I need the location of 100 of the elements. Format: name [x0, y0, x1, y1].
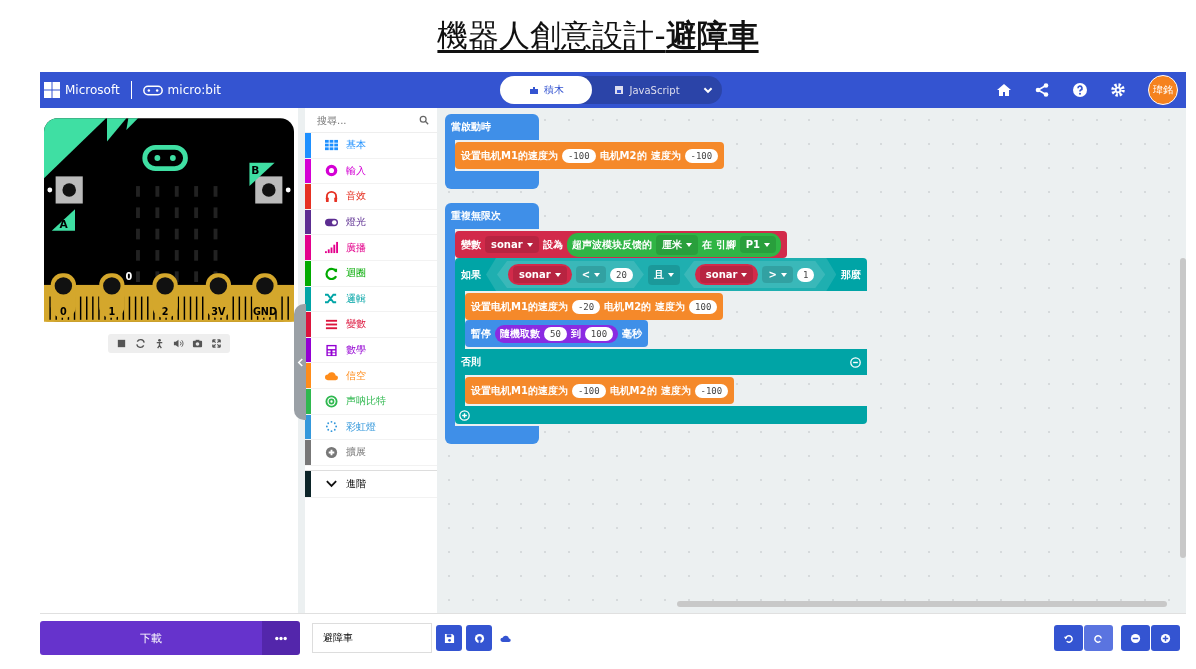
toolbox-category[interactable]: 進階: [305, 469, 437, 498]
dropdown[interactable]: 且: [647, 264, 680, 285]
microbit-board-drawing[interactable]: A B 0 1 2 3V GND 0: [44, 118, 294, 322]
windows-logo-icon: [44, 82, 60, 98]
block-label: 设置电机M1的速度为: [471, 299, 568, 314]
github-button[interactable]: [466, 625, 492, 651]
category-label: 声呐比特: [346, 394, 386, 409]
dropdown[interactable]: 厘米: [655, 234, 698, 255]
reporter-block[interactable]: sonar: [694, 264, 759, 285]
block-label: 那麼: [841, 267, 862, 282]
code-block[interactable]: 暫停 隨機取數 50 到 100 毫秒: [465, 320, 649, 347]
more-button[interactable]: [262, 621, 300, 655]
category-icon: [325, 343, 338, 357]
minus-icon[interactable]: [850, 356, 862, 368]
caret-icon: [763, 242, 770, 247]
condition-block[interactable]: sonar > 1: [683, 261, 826, 288]
save-icon: [443, 632, 455, 644]
block-label: 隨機取數: [500, 326, 540, 341]
toolbox-category[interactable]: 基本: [305, 133, 437, 159]
fullscreen-icon[interactable]: [211, 338, 222, 349]
category-icon: [325, 420, 338, 434]
number-field[interactable]: -100: [694, 383, 729, 398]
pin-label: 1: [108, 305, 116, 317]
block-label: 在: [701, 237, 712, 252]
category-label: 燈光: [346, 215, 366, 230]
zoom-out-button[interactable]: [1121, 625, 1150, 651]
stop-icon[interactable]: [116, 338, 127, 349]
home-icon[interactable]: [996, 82, 1012, 98]
dropdown[interactable]: sonar: [699, 266, 754, 283]
scrollbar[interactable]: [677, 601, 1167, 607]
condition-block[interactable]: sonar < 20: [497, 261, 644, 288]
caret-icon: [780, 272, 787, 277]
pin-label: 3V: [211, 305, 226, 317]
caret-icon: [667, 272, 674, 277]
product-name: micro:bit: [167, 83, 221, 97]
number-field[interactable]: -100: [561, 148, 596, 163]
category-icon: [325, 317, 338, 331]
number-field[interactable]: 50: [544, 326, 567, 341]
project-name-field[interactable]: 避障車: [312, 623, 432, 653]
settings-icon[interactable]: [1110, 82, 1126, 98]
reporter-block[interactable]: 隨機取數 50 到 100: [495, 324, 619, 343]
toolbox-category[interactable]: 燈光: [305, 209, 437, 236]
category-label: 基本: [346, 138, 366, 153]
dropdown[interactable]: sonar: [513, 266, 567, 283]
puzzle-icon: [528, 85, 539, 95]
help-icon[interactable]: [1072, 82, 1088, 98]
dropdown[interactable]: sonar: [485, 236, 539, 253]
condition-block[interactable]: sonar < 20 且 sonar > 1: [486, 258, 837, 291]
editor-tab[interactable]: JavaScript: [592, 76, 702, 104]
block-label: 到: [570, 326, 581, 341]
collapse-handle[interactable]: [294, 304, 306, 420]
number-field[interactable]: 100: [584, 326, 614, 341]
category-icon: [325, 445, 338, 459]
block-label: 否則: [461, 355, 481, 369]
undo-button[interactable]: [1054, 625, 1083, 651]
block-label: 电机M2的: [604, 299, 652, 314]
reporter-block[interactable]: 超声波模块反馈的 厘米 在 引腳 P1: [566, 232, 781, 257]
event-block[interactable]: 當啟動時: [445, 114, 539, 140]
scrollbar[interactable]: [1180, 258, 1186, 558]
number-field[interactable]: -20: [571, 299, 601, 314]
share-icon[interactable]: [1034, 82, 1050, 98]
code-file-icon: [614, 85, 625, 95]
slow-motion-icon[interactable]: [154, 338, 165, 349]
zoom-in-button[interactable]: [1151, 625, 1180, 651]
code-block[interactable]: 设置电机M1的速度为 -100 电机M2的 速度为 -100: [465, 377, 735, 404]
restart-icon[interactable]: [135, 338, 146, 349]
toolbox-category[interactable]: 擴展: [305, 440, 437, 466]
category-label: 音效: [346, 189, 366, 204]
category-icon: [325, 266, 338, 280]
block-label: 速度为: [660, 383, 691, 398]
minus-icon: [1130, 632, 1141, 644]
category-icon: [325, 190, 338, 203]
camera-icon[interactable]: [192, 338, 203, 349]
redo-icon: [1093, 632, 1104, 644]
sound-icon[interactable]: [173, 338, 184, 349]
download-button[interactable]: 下載: [40, 621, 262, 655]
save-button[interactable]: [436, 625, 462, 651]
plus-icon[interactable]: [459, 409, 470, 421]
number-field[interactable]: -100: [684, 148, 719, 163]
code-block[interactable]: 设置电机M1的速度为 -20 电机M2的 速度为 100: [465, 293, 724, 320]
if-block[interactable]: 如果 sonar < 20 且 sonar > 1 那麼: [455, 258, 868, 291]
number-field[interactable]: 100: [689, 299, 718, 314]
code-block[interactable]: 设置电机M1的速度为 -100 电机M2的 速度为 -100: [455, 142, 725, 169]
dropdown[interactable]: P1: [739, 236, 776, 253]
cloud-icon[interactable]: [500, 633, 512, 643]
number-field[interactable]: 20: [610, 267, 633, 282]
category-icon: [325, 394, 338, 408]
search-icon[interactable]: [419, 115, 429, 125]
number-field[interactable]: -100: [571, 383, 606, 398]
brand-name: Microsoft: [65, 83, 120, 97]
redo-button[interactable]: [1084, 625, 1113, 651]
number-field[interactable]: 1: [796, 267, 815, 282]
editor-tab[interactable]: 積木: [500, 76, 593, 104]
block-label: 毫秒: [622, 326, 643, 341]
toolbox-category[interactable]: 廣播: [305, 235, 437, 261]
toolbox-category[interactable]: 輸入: [305, 158, 437, 185]
toolbox-category[interactable]: 音效: [305, 184, 437, 210]
event-block[interactable]: 重複無限次: [445, 203, 539, 229]
reporter-block[interactable]: sonar: [508, 264, 572, 285]
code-block[interactable]: 變數 sonar 設為 超声波模块反馈的 厘米 在 引腳 P1: [455, 231, 787, 258]
